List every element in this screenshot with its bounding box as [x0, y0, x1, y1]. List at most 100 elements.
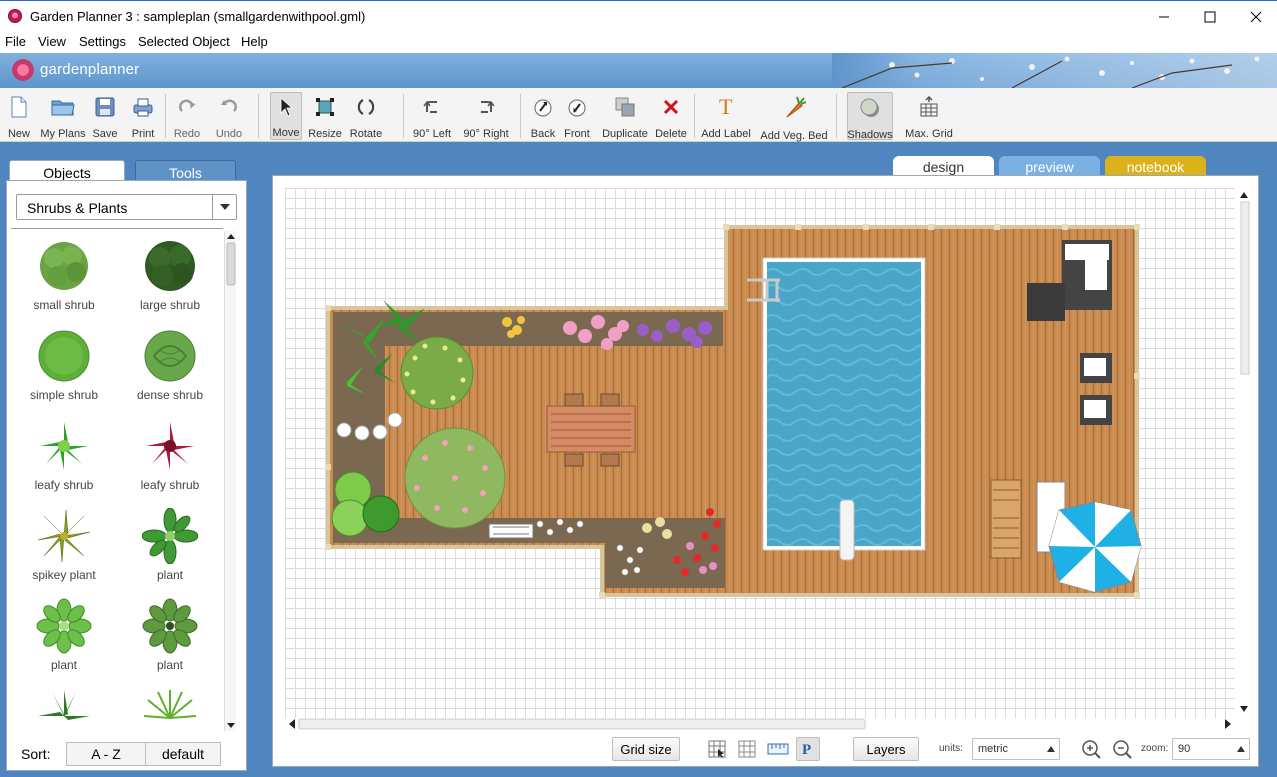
save-button[interactable]: Save [90, 92, 120, 140]
zoom-select[interactable]: 90 [1172, 738, 1250, 760]
object-library-grid: small shrub large shrub simple shrub den… [11, 228, 223, 731]
snap-grid-button[interactable] [706, 737, 728, 761]
layers-button[interactable]: Layers [853, 737, 919, 761]
object-grass-plant[interactable] [117, 683, 223, 731]
sort-az-button[interactable]: A - Z [66, 742, 146, 766]
menu-selected-object[interactable]: Selected Object [138, 34, 230, 49]
ruler-button[interactable] [766, 737, 790, 761]
svg-text:T: T [719, 96, 733, 118]
menu-bar: File View Settings Selected Object Help [0, 31, 1277, 53]
units-select[interactable]: metric [972, 738, 1060, 760]
rotate-left-button[interactable]: 90° Left [410, 92, 454, 140]
category-value: Shrubs & Plants [27, 200, 128, 216]
move-button[interactable]: Move [270, 92, 302, 140]
close-button[interactable] [1233, 3, 1277, 31]
svg-text:P: P [802, 742, 811, 757]
delete-icon [663, 99, 679, 115]
toolbar-separator [694, 94, 695, 138]
design-canvas[interactable] [285, 188, 1235, 718]
menu-view[interactable]: View [38, 34, 66, 49]
undo-icon [221, 99, 237, 112]
show-grid-button[interactable] [736, 737, 758, 761]
object-leafy-shrub-green[interactable]: leafy shrub [11, 413, 117, 503]
resize-icon [316, 98, 334, 116]
object-plant[interactable]: plant [117, 503, 223, 593]
app-icon [8, 9, 22, 23]
redo-button[interactable]: Redo [170, 92, 204, 140]
object-simple-shrub[interactable]: simple shrub [11, 323, 117, 413]
add-veg-bed-button[interactable]: Add Veg. Bed [759, 92, 829, 142]
duplicate-icon [615, 97, 635, 117]
object-large-shrub[interactable]: large shrub [117, 233, 223, 323]
toolbar-separator [403, 94, 404, 138]
objects-scrollbar[interactable] [224, 231, 236, 731]
banner-blossom-image [832, 53, 1277, 89]
canvas-horizontal-scrollbar[interactable] [285, 717, 1235, 731]
zoom-out-icon [1113, 740, 1132, 759]
dining-table [546, 405, 636, 453]
units-label: units: [939, 743, 963, 754]
zoom-in-icon [1082, 740, 1101, 759]
object-spikey-plant[interactable]: spikey plant [11, 503, 117, 593]
duplicate-button[interactable]: Duplicate [600, 92, 650, 140]
chevron-down-icon[interactable] [212, 195, 236, 219]
rotate-button[interactable]: Rotate [348, 92, 384, 140]
side-table [1027, 283, 1065, 321]
print-icon [133, 98, 153, 117]
rotate-right-button[interactable]: 90° Right [461, 92, 511, 140]
undo-button[interactable]: Undo [212, 92, 246, 140]
object-small-shrub[interactable]: small shrub [11, 233, 117, 323]
maximize-button[interactable] [1187, 3, 1233, 31]
send-back-button[interactable]: Back [527, 92, 559, 140]
toolbar-separator [165, 94, 166, 138]
category-dropdown[interactable]: Shrubs & Plants [16, 194, 237, 220]
toolbar-separator [520, 94, 521, 138]
object-leafy-shrub-red[interactable]: leafy shrub [117, 413, 223, 503]
bring-front-button[interactable]: Front [562, 92, 592, 140]
rotate-right-icon [481, 100, 495, 113]
plant-spacing-button[interactable]: P [796, 737, 820, 761]
maximize-icon [1204, 11, 1216, 23]
sort-default-button[interactable]: default [145, 742, 221, 766]
delete-button[interactable]: Delete [653, 92, 689, 140]
resize-button[interactable]: Resize [306, 92, 344, 140]
garden-bench [488, 523, 534, 539]
add-label-button[interactable]: T Add Label [700, 92, 752, 140]
my-plans-button[interactable]: My Plans [40, 92, 86, 140]
minimize-button[interactable] [1141, 3, 1187, 31]
rotate-left-icon [423, 100, 437, 113]
text-icon: T [719, 96, 733, 118]
bring-front-icon [568, 99, 586, 117]
zoom-label: zoom: [1141, 743, 1169, 754]
grass-plant-icon [143, 690, 197, 719]
toolbar-separator [258, 94, 259, 138]
chevron-up-icon [1047, 746, 1055, 752]
redo-icon [179, 99, 196, 112]
new-button[interactable]: New [5, 92, 33, 140]
object-plant-light[interactable]: plant [11, 593, 117, 683]
print-button[interactable]: Print [128, 92, 158, 140]
leafy-shrub-red-icon [146, 422, 194, 470]
small-shrub-icon [40, 242, 88, 290]
menu-help[interactable]: Help [241, 34, 268, 49]
object-dense-shrub[interactable]: dense shrub [117, 323, 223, 413]
close-icon [1250, 11, 1262, 23]
grid-max-icon [920, 96, 938, 117]
cursor-icon [280, 97, 294, 117]
object-dark-spiky-plant[interactable] [11, 683, 117, 731]
diving-board [839, 499, 855, 561]
shadow-icon [860, 98, 879, 117]
object-plant-dotted[interactable]: plant [117, 593, 223, 683]
menu-settings[interactable]: Settings [79, 34, 126, 49]
grid-size-button[interactable]: Grid size [612, 737, 680, 761]
canvas-vertical-scrollbar[interactable] [1237, 188, 1251, 718]
plant-icon [142, 508, 198, 564]
lounge-sofa [1062, 240, 1112, 310]
tree-canopy [400, 336, 474, 410]
shadows-button[interactable]: Shadows [847, 92, 893, 141]
zoom-in-button[interactable] [1080, 737, 1102, 761]
menu-file[interactable]: File [5, 34, 26, 49]
plant-light-icon [36, 598, 92, 654]
zoom-out-button[interactable] [1111, 737, 1133, 761]
max-grid-button[interactable]: Max. Grid [904, 92, 954, 140]
